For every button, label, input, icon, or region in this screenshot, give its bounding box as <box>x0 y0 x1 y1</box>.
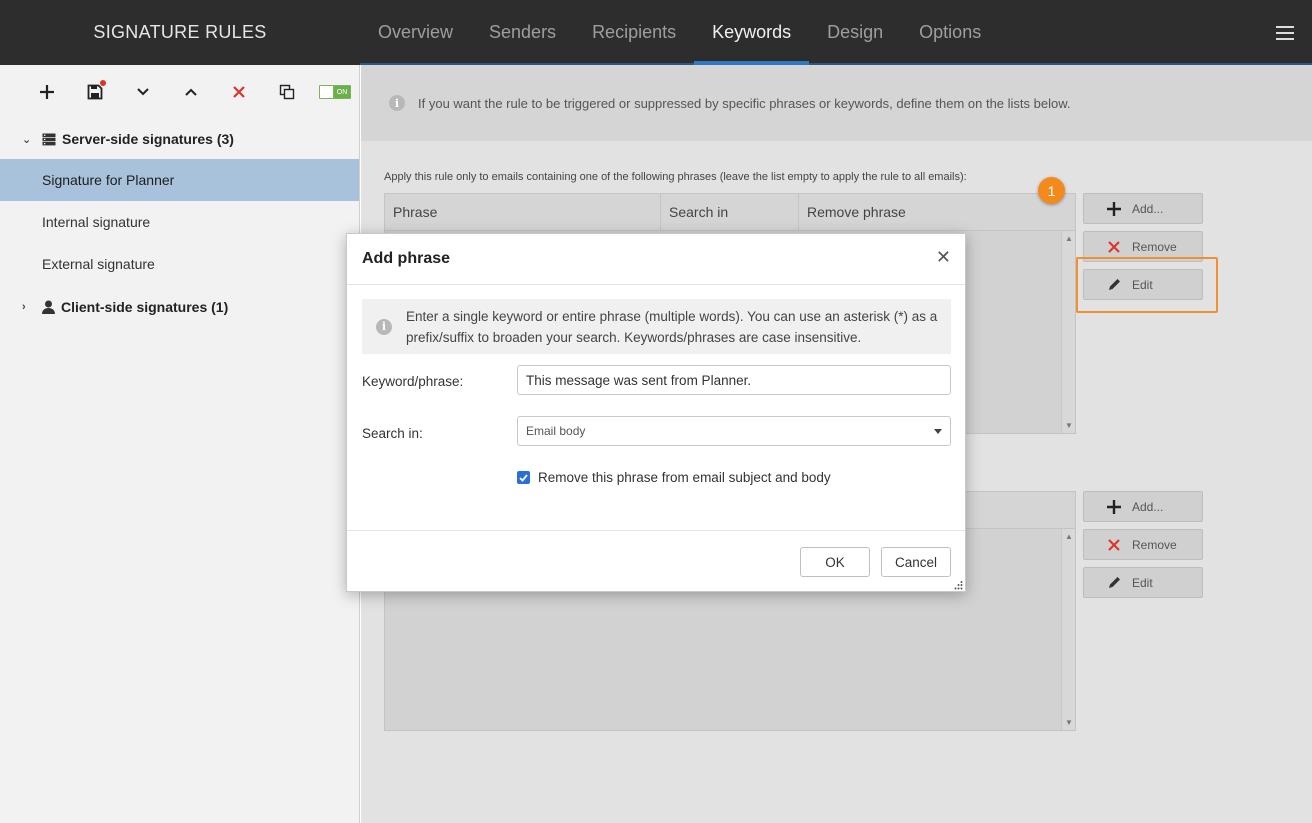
info-bar: i If you want the rule to be triggered o… <box>361 65 1312 141</box>
tab-design[interactable]: Design <box>809 0 901 65</box>
info-icon: i <box>389 95 405 111</box>
toggle-label: ON <box>334 86 350 98</box>
add-rule-button[interactable] <box>23 76 71 108</box>
tab-overview[interactable]: Overview <box>360 0 471 65</box>
tab-senders[interactable]: Senders <box>471 0 574 65</box>
column-header-phrase[interactable]: Phrase <box>385 194 661 230</box>
tab-keywords[interactable]: Keywords <box>694 0 810 65</box>
chevron-down-icon <box>137 88 149 96</box>
copy-icon <box>279 84 295 100</box>
remove-exclusion-button[interactable]: Remove <box>1083 529 1203 560</box>
edit-exclusion-button[interactable]: Edit <box>1083 567 1203 598</box>
scroll-down-icon[interactable]: ▼ <box>1065 718 1073 727</box>
scroll-down-icon[interactable]: ▼ <box>1065 421 1073 430</box>
chevron-up-icon <box>185 88 197 96</box>
tree-item-internal-signature[interactable]: Internal signature <box>0 201 359 243</box>
remove-phrase-checkbox-label[interactable]: Remove this phrase from email subject an… <box>538 470 831 485</box>
chevron-right-icon[interactable]: › <box>22 301 36 313</box>
search-in-value: Email body <box>526 424 586 438</box>
rules-sidebar: ON ⌄ Server-side signatures (3) Signatur… <box>0 65 360 823</box>
dialog-info-box: i Enter a single keyword or entire phras… <box>362 299 951 354</box>
user-icon <box>42 300 55 314</box>
close-icon[interactable]: ✕ <box>936 248 951 266</box>
tree-group-label: Server-side signatures (3) <box>62 131 234 147</box>
delete-rule-button[interactable] <box>215 76 263 108</box>
chevron-down-icon <box>934 429 942 434</box>
plus-icon <box>1106 499 1122 514</box>
checkmark-icon <box>519 473 528 482</box>
callout-highlight-box <box>1076 257 1218 313</box>
save-button[interactable] <box>71 76 119 108</box>
cancel-button[interactable]: Cancel <box>881 547 951 577</box>
tab-bar: Overview Senders Recipients Keywords Des… <box>360 0 1312 65</box>
close-icon <box>1106 240 1122 253</box>
search-in-label: Search in: <box>362 426 423 441</box>
remove-phrase-option: Remove this phrase from email subject an… <box>517 470 831 485</box>
toggle-knob <box>320 86 334 98</box>
tree-group-server[interactable]: ⌄ Server-side signatures (3) <box>0 119 359 159</box>
dialog-info-text: Enter a single keyword or entire phrase … <box>406 308 938 345</box>
section-description: Apply this rule only to emails containin… <box>384 171 967 183</box>
add-button-label: Add... <box>1132 201 1164 216</box>
move-up-button[interactable] <box>167 76 215 108</box>
dialog-footer: OK Cancel <box>347 530 965 592</box>
toggle-switch: ON <box>319 85 351 99</box>
keyword-input[interactable] <box>517 365 951 395</box>
tab-options[interactable]: Options <box>901 0 999 65</box>
column-header-remove-phrase[interactable]: Remove phrase <box>799 194 1075 230</box>
edit-button-label: Edit <box>1132 575 1153 590</box>
remove-button-label: Remove <box>1132 537 1177 552</box>
add-button-label: Add... <box>1132 499 1164 514</box>
remove-phrase-checkbox[interactable] <box>517 471 530 484</box>
copy-rule-button[interactable] <box>263 76 311 108</box>
tab-recipients[interactable]: Recipients <box>574 0 694 65</box>
tree-group-client[interactable]: › Client-side signatures (1) <box>0 287 359 327</box>
resize-grip-icon[interactable] <box>953 580 963 590</box>
info-text: If you want the rule to be triggered or … <box>418 95 1071 111</box>
dialog-header: Add phrase ✕ <box>347 234 965 285</box>
plus-icon <box>40 85 54 99</box>
search-in-select[interactable]: Email body <box>517 416 951 446</box>
scrollbar[interactable]: ▲ ▼ <box>1061 529 1075 730</box>
rule-enabled-toggle[interactable]: ON <box>311 76 359 108</box>
rules-toolbar: ON <box>0 65 359 119</box>
app-title: SIGNATURE RULES <box>0 0 360 65</box>
dialog-title: Add phrase <box>362 250 451 267</box>
unsaved-indicator <box>100 80 106 86</box>
scroll-up-icon[interactable]: ▲ <box>1065 532 1073 541</box>
tree-group-label: Client-side signatures (1) <box>61 299 229 315</box>
add-phrase-dialog: Add phrase ✕ i Enter a single keyword or… <box>346 233 966 592</box>
info-icon: i <box>376 318 392 335</box>
callout-badge-1: 1 <box>1038 177 1065 204</box>
move-down-button[interactable] <box>119 76 167 108</box>
column-header-search-in[interactable]: Search in <box>661 194 799 230</box>
close-icon <box>233 86 245 98</box>
pencil-icon <box>1106 576 1122 589</box>
server-icon <box>42 133 56 146</box>
close-icon <box>1106 538 1122 551</box>
ok-button[interactable]: OK <box>800 547 870 577</box>
plus-icon <box>1106 201 1122 216</box>
save-icon <box>87 84 103 100</box>
tree-item-signature-for-planner[interactable]: Signature for Planner <box>0 159 359 201</box>
scroll-up-icon[interactable]: ▲ <box>1065 234 1073 243</box>
chevron-down-icon[interactable]: ⌄ <box>22 133 36 146</box>
add-exclusion-button[interactable]: Add... <box>1083 491 1203 522</box>
top-navigation: Overview Senders Recipients Keywords Des… <box>360 0 1312 65</box>
keyword-label: Keyword/phrase: <box>362 374 464 389</box>
grid-header: Phrase Search in Remove phrase <box>385 194 1075 231</box>
menu-icon[interactable] <box>1276 26 1294 40</box>
add-phrase-button[interactable]: Add... <box>1083 193 1203 224</box>
remove-button-label: Remove <box>1132 239 1177 254</box>
tree-item-external-signature[interactable]: External signature <box>0 243 359 285</box>
scrollbar[interactable]: ▲ ▼ <box>1061 231 1075 433</box>
